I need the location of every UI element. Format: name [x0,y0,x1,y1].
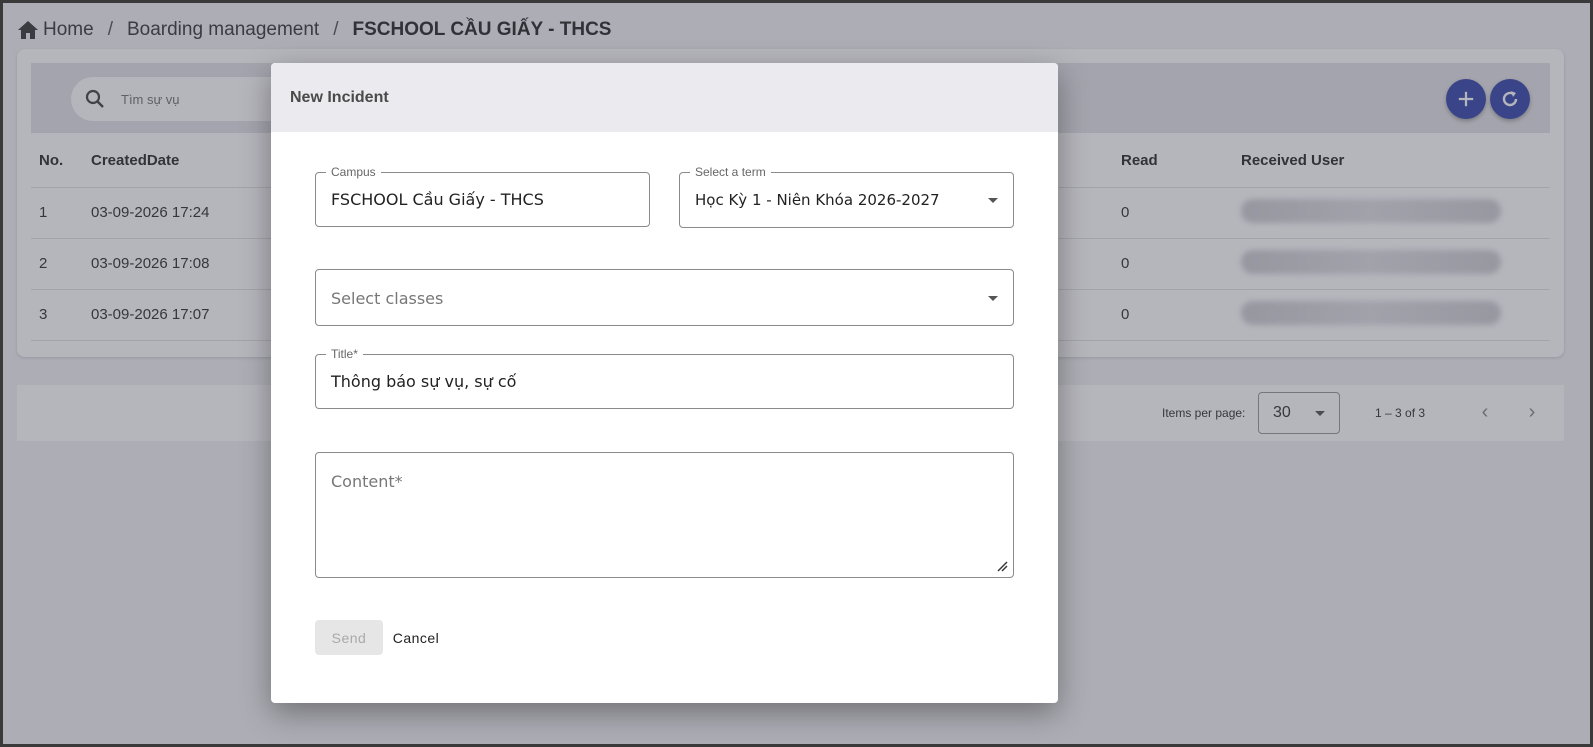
dropdown-arrow-icon [988,198,998,203]
dialog-header: New Incident [271,63,1058,132]
term-value: Học Kỳ 1 - Niên Khóa 2026-2027 [695,191,940,209]
dropdown-arrow-icon [988,296,998,301]
resize-handle-icon[interactable] [996,560,1008,572]
classes-placeholder: Select classes [331,289,444,308]
dialog-title: New Incident [290,88,389,106]
title-value: Thông báo sự vụ, sự cố [331,372,517,391]
content-placeholder: Content* [331,472,403,491]
classes-select[interactable]: Select classes [315,269,1014,326]
title-label: Title* [326,347,363,361]
new-incident-dialog: New Incident Campus FSCHOOL Cầu Giấy - T… [271,63,1058,703]
cancel-button[interactable]: Cancel [385,620,447,655]
app-frame: Home / Boarding management / FSCHOOL CẦU… [0,0,1593,747]
content-textarea[interactable]: Content* [315,452,1014,578]
campus-label: Campus [326,165,381,179]
campus-field[interactable]: Campus FSCHOOL Cầu Giấy - THCS [315,165,650,227]
send-button[interactable]: Send [315,620,383,655]
term-label: Select a term [690,165,771,179]
title-field[interactable]: Title* Thông báo sự vụ, sự cố [315,347,1014,409]
campus-value: FSCHOOL Cầu Giấy - THCS [331,190,544,209]
term-select[interactable]: Select a term Học Kỳ 1 - Niên Khóa 2026-… [679,165,1014,228]
